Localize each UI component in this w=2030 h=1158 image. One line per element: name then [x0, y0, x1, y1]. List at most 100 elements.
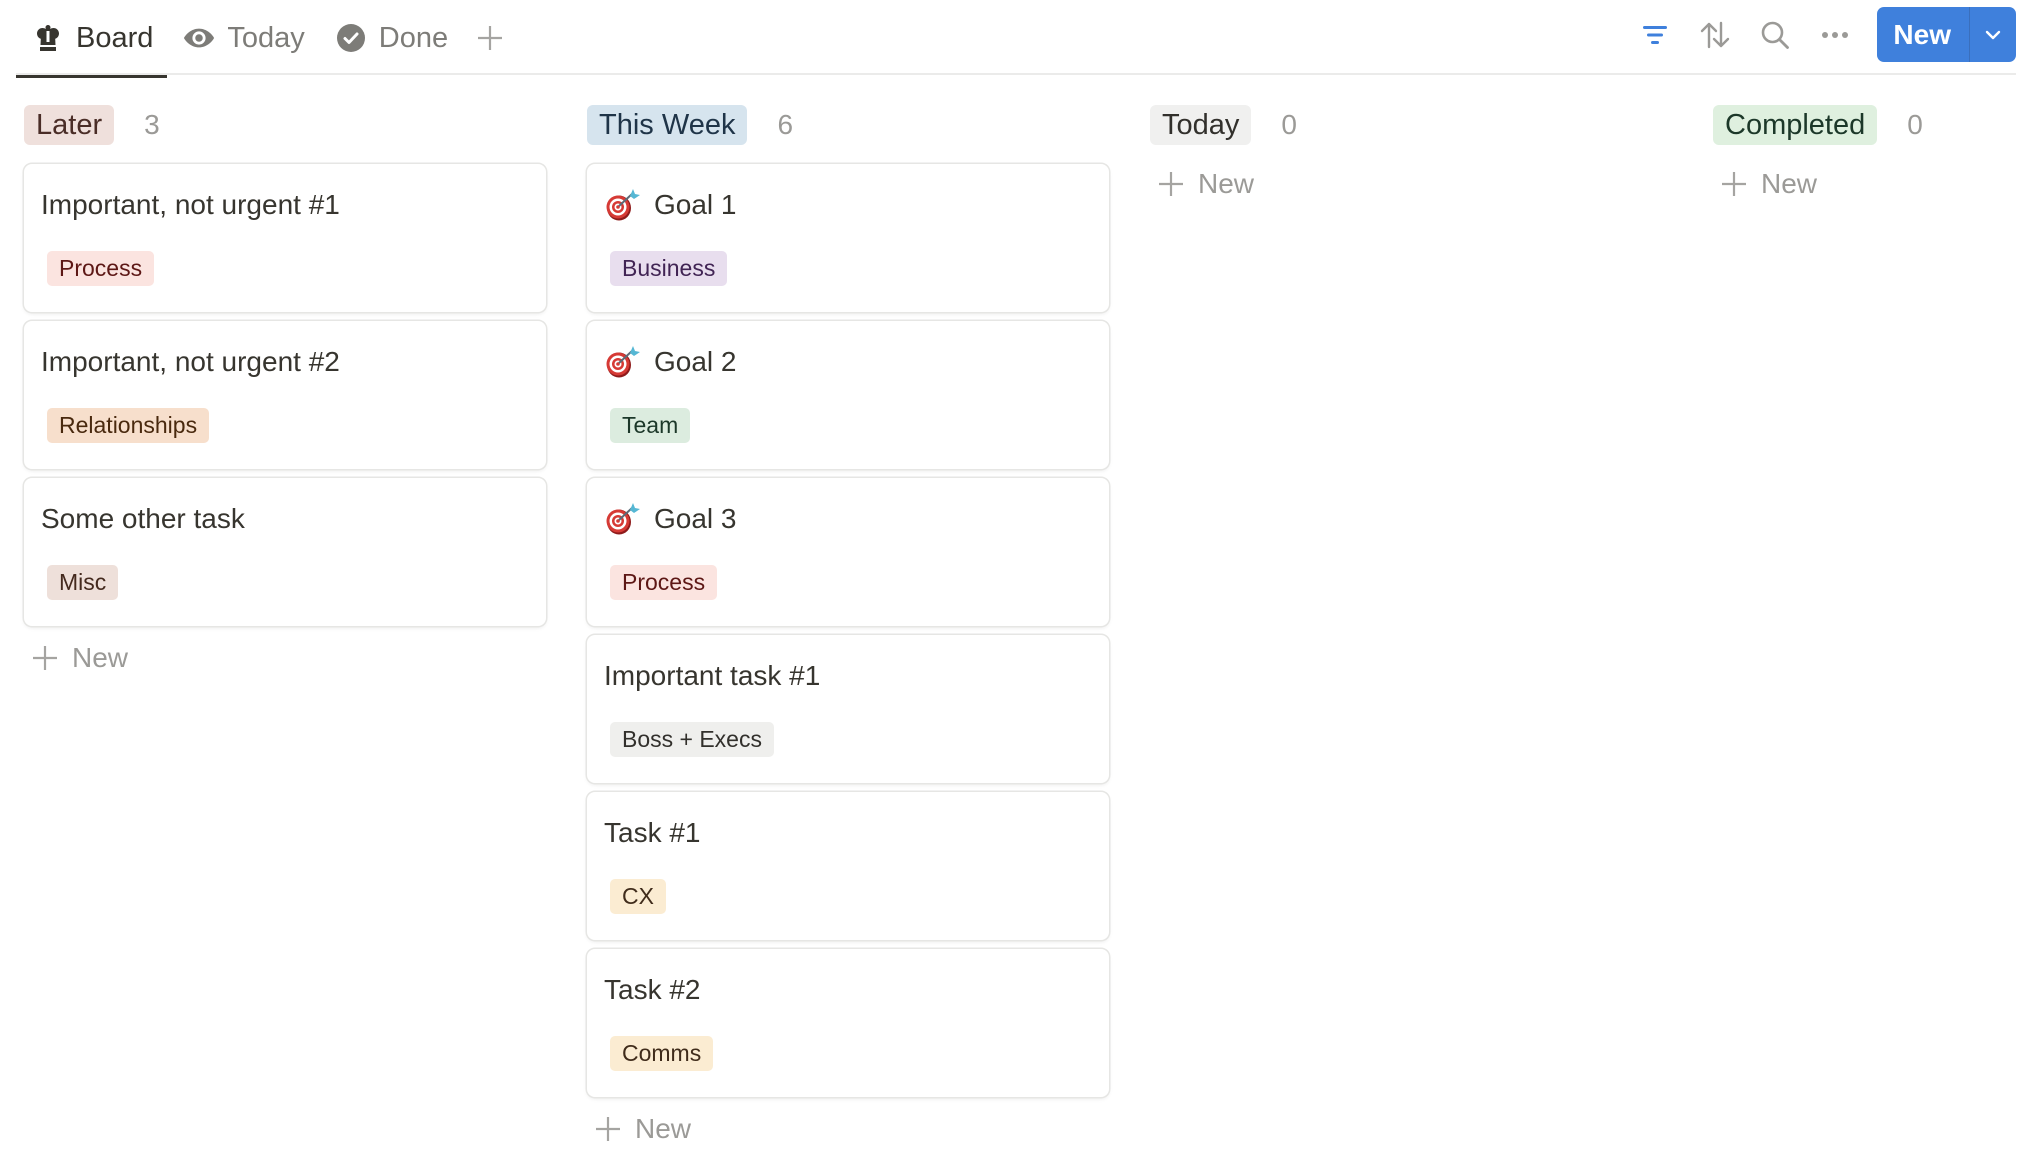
column-title[interactable]: Today: [1150, 105, 1252, 145]
plus-icon: [596, 1117, 620, 1141]
new-button-group: New: [1877, 7, 2016, 62]
card-title-row: Important, not urgent #1: [41, 186, 529, 224]
column-title[interactable]: Completed: [1713, 105, 1878, 145]
card-title: Task #1: [604, 817, 701, 848]
toolbar-actions: New: [1635, 7, 2016, 62]
board-column-today: Today 0 New: [1150, 105, 1672, 1149]
filter-icon: [1643, 25, 1668, 44]
tag-badge: CX: [610, 879, 666, 914]
tab-label: Board: [76, 21, 154, 54]
eye-icon: [183, 22, 215, 54]
chevron-down-icon: [1985, 30, 2001, 39]
add-card-button[interactable]: New: [1713, 164, 2030, 204]
plus-icon: [33, 646, 57, 670]
add-card-label: New: [1198, 168, 1255, 199]
tag-badge: Misc: [47, 565, 119, 600]
board-card[interactable]: Task #2 Comms: [587, 949, 1109, 1097]
board-card[interactable]: Important, not urgent #1 Process: [24, 164, 546, 312]
add-card-button[interactable]: New: [587, 1109, 1109, 1149]
view-bar: Board Today Done New: [0, 0, 2030, 78]
card-title: Important, not urgent #2: [41, 346, 340, 377]
card-title-row: Important, not urgent #2: [41, 343, 529, 381]
board-column-this-week: This Week 6 Goal 1 Business Goal 2 Team Goa…: [587, 105, 1109, 1149]
card-title: Important task #1: [604, 660, 821, 691]
add-card-label: New: [1761, 168, 1818, 199]
column-header: Later 3: [24, 105, 546, 145]
board-column-completed: Completed 0 New: [1713, 105, 2030, 1149]
column-title[interactable]: Later: [24, 105, 115, 145]
add-card-label: New: [72, 642, 129, 673]
board-card[interactable]: Goal 2 Team: [587, 321, 1109, 469]
card-title-row: Important task #1: [604, 657, 1092, 695]
card-title: Goal 1: [654, 189, 737, 220]
card-tags: Team: [604, 408, 1092, 443]
column-header: This Week 6: [587, 105, 1109, 145]
tag-badge: Process: [47, 251, 155, 286]
new-button[interactable]: New: [1877, 7, 1969, 62]
filter-button[interactable]: [1635, 15, 1675, 55]
card-tags: Misc: [41, 565, 529, 600]
tag-badge: Process: [610, 565, 718, 600]
tab-label: Today: [227, 21, 305, 54]
card-title: Task #2: [604, 974, 701, 1005]
board-card[interactable]: Some other task Misc: [24, 478, 546, 626]
card-title-row: Task #1: [604, 814, 1092, 852]
add-card-label: New: [635, 1113, 692, 1144]
plus-icon: [1722, 172, 1746, 196]
sort-button[interactable]: [1695, 15, 1735, 55]
column-title[interactable]: This Week: [587, 105, 748, 145]
card-title-row: Goal 1: [604, 186, 1092, 224]
search-button[interactable]: [1755, 15, 1795, 55]
column-header: Completed 0: [1713, 105, 2030, 145]
tag-badge: Relationships: [47, 408, 210, 443]
tag-badge: Boss + Execs: [610, 722, 774, 757]
add-card-button[interactable]: New: [24, 638, 546, 678]
column-count: 6: [777, 109, 794, 140]
add-view-button[interactable]: [470, 18, 510, 58]
board-card[interactable]: Goal 3 Process: [587, 478, 1109, 626]
sort-icon: [1701, 21, 1730, 48]
card-title-row: Task #2: [604, 971, 1092, 1009]
board-card[interactable]: Important, not urgent #2 Relationships: [24, 321, 546, 469]
card-title: Goal 3: [654, 503, 737, 534]
view-tabs: Board Today Done: [16, 0, 510, 78]
card-title: Important, not urgent #1: [41, 189, 340, 220]
more-button[interactable]: [1815, 15, 1855, 55]
column-count: 0: [1281, 109, 1297, 140]
card-title: Some other task: [41, 503, 245, 534]
check-circle-icon: [335, 22, 367, 54]
plus-icon: [478, 26, 503, 50]
new-dropdown-button[interactable]: [1969, 7, 2016, 62]
kanban-board: Later 3 Important, not urgent #1 Process Imp…: [24, 105, 2030, 1149]
board-card[interactable]: Goal 1 Business: [587, 164, 1109, 312]
card-title-row: Goal 2: [604, 343, 1092, 381]
plus-icon: [1159, 172, 1183, 196]
column-count: 3: [144, 109, 160, 140]
search-icon: [1762, 21, 1790, 49]
card-tags: Process: [604, 565, 1092, 600]
tab-today[interactable]: Today: [167, 3, 318, 73]
card-tags: Boss + Execs: [604, 722, 1092, 757]
divider: [16, 73, 2016, 75]
tag-badge: Business: [610, 251, 728, 286]
add-card-button[interactable]: New: [1150, 164, 1672, 204]
card-title: Goal 2: [654, 346, 737, 377]
board-card[interactable]: Important task #1 Boss + Execs: [587, 635, 1109, 783]
board-column-later: Later 3 Important, not urgent #1 Process Imp…: [24, 105, 546, 1149]
tab-board[interactable]: Board: [16, 3, 168, 78]
column-header: Today 0: [1150, 105, 1672, 145]
card-tags: CX: [604, 879, 1092, 914]
target-icon: [604, 501, 640, 537]
tag-badge: Comms: [610, 1036, 714, 1071]
board-card[interactable]: Task #1 CX: [587, 792, 1109, 940]
card-tags: Process: [41, 251, 529, 286]
card-tags: Business: [604, 251, 1092, 286]
card-title-row: Goal 3: [604, 500, 1092, 538]
target-icon: [604, 344, 640, 380]
card-tags: Comms: [604, 1036, 1092, 1071]
crown-icon: [32, 22, 64, 54]
tab-label: Done: [378, 21, 449, 54]
tag-badge: Team: [610, 408, 691, 443]
card-title-row: Some other task: [41, 500, 529, 538]
tab-done[interactable]: Done: [319, 3, 462, 73]
